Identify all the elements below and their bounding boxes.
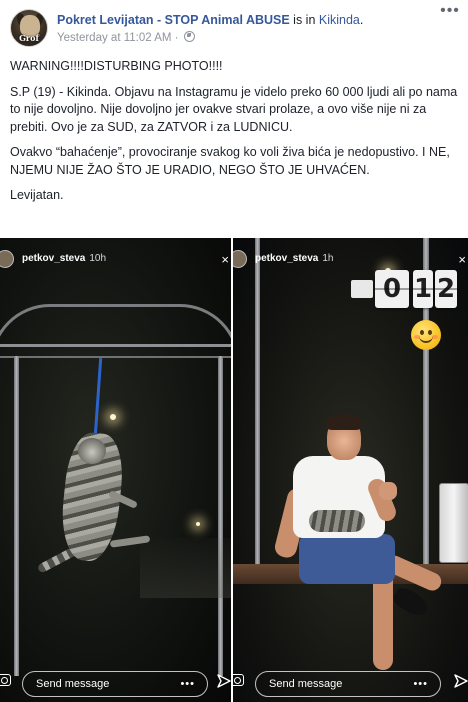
story-username[interactable]: petkov_steva 10h <box>22 253 106 264</box>
story-screenshot-right: 0 1 2 petkov_steva 1h × Send message ••• <box>233 238 468 702</box>
post-paragraph: S.P (19) - Kikinda. Objavu na Instagramu… <box>10 84 458 134</box>
camera-icon[interactable] <box>233 674 244 686</box>
post-paragraph: Levijatan. <box>10 188 64 202</box>
story-user-row: petkov_steva 1h × <box>233 248 468 270</box>
shelter-crossbar <box>0 344 231 358</box>
send-message-input[interactable]: Send message ••• <box>255 671 441 697</box>
smiley-emoji-icon <box>411 320 441 350</box>
location-suffix: . <box>359 13 364 27</box>
send-icon[interactable] <box>217 674 231 688</box>
story-username-text: petkov_steva <box>255 253 319 264</box>
globe-icon[interactable] <box>183 31 195 42</box>
story-footer: Send message ••• <box>0 668 231 698</box>
page-avatar[interactable]: Grof <box>10 9 48 47</box>
more-dots-icon[interactable]: ••• <box>180 672 195 696</box>
post-paragraph: Ovakvo “bahaćenje”, provociranje svakog … <box>10 145 450 177</box>
page-name-link[interactable]: Pokret Levijatan - STOP Animal ABUSE <box>57 13 290 27</box>
story-time: 10h <box>89 253 107 264</box>
send-icon[interactable] <box>454 674 468 688</box>
is-in-text: is in <box>289 13 319 27</box>
street-light <box>196 522 200 526</box>
send-message-input[interactable]: Send message ••• <box>22 671 208 697</box>
avatar[interactable] <box>0 250 14 268</box>
shelter-pole <box>218 356 223 676</box>
person-hair <box>326 414 362 430</box>
clock-minute-digit: 1 <box>413 270 433 308</box>
shelter-pole <box>255 238 260 568</box>
post-meta: Yesterday at 11:02 AM · <box>57 31 195 44</box>
smiley-mouth <box>419 335 433 343</box>
camera-icon[interactable] <box>0 674 11 686</box>
clock-flap <box>351 280 373 298</box>
clock-minute-digit: 2 <box>435 270 457 308</box>
street-light <box>110 414 116 420</box>
story-footer: Send message ••• <box>233 668 468 698</box>
avatar-label: Grof <box>19 33 39 43</box>
clock-hour-digit: 0 <box>375 270 409 308</box>
story-screenshot-left: petkov_steva 10h × Send message ••• <box>0 238 231 702</box>
close-icon[interactable]: × <box>458 252 466 267</box>
more-dots-icon[interactable]: ••• <box>413 672 428 696</box>
shelter-pole <box>14 356 19 676</box>
ellipsis-icon[interactable]: ••• <box>440 3 460 22</box>
close-icon[interactable]: × <box>221 252 229 267</box>
meta-separator: · <box>171 32 182 44</box>
story-username[interactable]: petkov_steva 1h <box>255 253 334 264</box>
trash-bin <box>439 483 468 563</box>
story-user-row: petkov_steva 10h × <box>0 248 231 270</box>
post-header: Grof Pokret Levijatan - STOP Animal ABUS… <box>0 0 468 56</box>
clock-sticker: 0 1 2 <box>351 270 457 310</box>
post-photo[interactable]: petkov_steva 10h × Send message ••• 0 1 … <box>0 238 468 702</box>
road <box>140 538 231 598</box>
post-paragraph: WARNING!!!!DISTURBING PHOTO!!!! <box>10 59 223 73</box>
post-body: WARNING!!!!DISTURBING PHOTO!!!! S.P (19)… <box>10 58 460 213</box>
story-username-text: petkov_steva <box>22 253 86 264</box>
location-link[interactable]: Kikinda <box>319 13 360 27</box>
story-time: 1h <box>322 253 334 264</box>
person-fist <box>379 482 397 500</box>
cat-head <box>78 438 106 464</box>
person-shorts <box>299 534 395 584</box>
avatar[interactable] <box>233 250 247 268</box>
send-message-placeholder: Send message <box>36 678 110 690</box>
person-shoe <box>390 584 432 620</box>
post-author-line: Pokret Levijatan - STOP Animal ABUSE is … <box>57 12 363 28</box>
send-message-placeholder: Send message <box>269 678 343 690</box>
post-timestamp[interactable]: Yesterday at 11:02 AM <box>57 32 171 44</box>
cat-held <box>309 510 365 532</box>
